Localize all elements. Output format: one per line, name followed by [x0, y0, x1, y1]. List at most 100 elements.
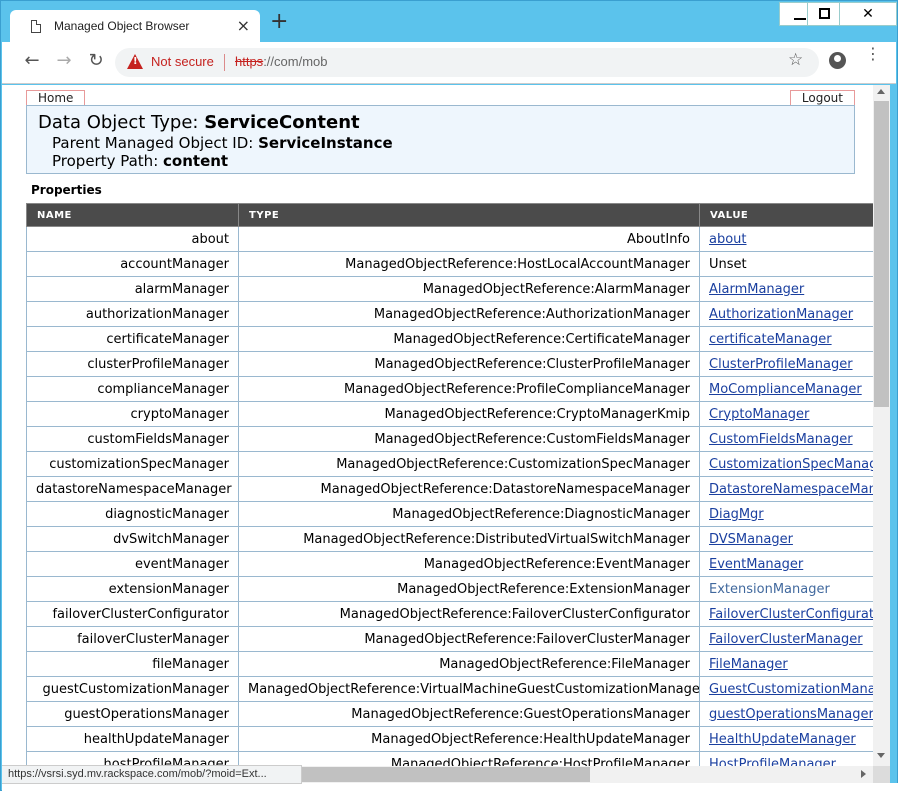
forward-arrow-icon[interactable]: → — [52, 51, 76, 71]
menu-dots-icon[interactable]: ⋮ — [865, 46, 881, 62]
property-name-cell: eventManager — [26, 551, 239, 577]
table-row: healthUpdateManager ManagedObjectReferenc… — [26, 726, 873, 752]
property-name-cell: complianceManager — [26, 376, 239, 402]
back-arrow-icon[interactable]: ← — [20, 51, 44, 71]
home-link[interactable]: Home — [26, 90, 86, 105]
bookmark-star-icon[interactable]: ☆ — [788, 50, 803, 70]
reload-icon[interactable]: ↻ — [84, 51, 108, 71]
account-icon[interactable] — [829, 52, 846, 69]
tab-strip: Managed Object Browser × + — [2, 2, 896, 44]
maximize-button[interactable] — [807, 2, 839, 26]
property-path: Property Path: content — [52, 152, 228, 170]
property-name-cell: diagnosticManager — [26, 501, 239, 527]
window-close-button[interactable]: ✕ — [839, 2, 897, 26]
table-row: guestCustomizationManager ManagedObjectRe… — [26, 676, 873, 702]
property-type-cell: ManagedObjectReference:VirtualMachineGue… — [238, 676, 700, 702]
property-name-cell: clusterProfileManager — [26, 351, 239, 377]
vertical-scrollbar[interactable] — [873, 85, 890, 766]
property-value-cell: AuthorizationManager — [699, 301, 873, 327]
property-value-link[interactable]: GuestCustomizationManag — [709, 682, 873, 697]
data-object-type: Data Object Type: ServiceContent — [38, 112, 360, 133]
property-value-link[interactable]: CryptoManager — [709, 407, 809, 422]
property-value-link[interactable]: ClusterProfileManager — [709, 357, 853, 372]
property-type-cell: ManagedObjectReference:HostLocalAccountM… — [238, 251, 700, 277]
table-row: clusterProfileManager ManagedObjectRefere… — [26, 351, 873, 377]
tab-title: Managed Object Browser — [54, 19, 190, 33]
property-name-cell: guestOperationsManager — [26, 701, 239, 727]
page-viewport: Home Logout Data Object Type: ServiceCon… — [2, 85, 873, 766]
property-value-link[interactable]: AlarmManager — [709, 282, 804, 297]
property-path-value: content — [163, 152, 229, 170]
property-value-link[interactable]: AuthorizationManager — [709, 307, 853, 322]
column-header-type: TYPE — [238, 203, 700, 227]
property-value-link[interactable]: CustomFieldsManager — [709, 432, 853, 447]
parent-object-value: ServiceInstance — [258, 134, 393, 152]
url-path: ://com/mob — [263, 54, 328, 69]
property-value-cell: CustomizationSpecManag — [699, 451, 873, 477]
property-value-link[interactable]: CustomizationSpecManag — [709, 457, 873, 472]
property-path-label: Property Path: — [52, 152, 159, 170]
property-name-cell: failoverClusterConfigurator — [26, 601, 239, 627]
warning-icon[interactable]: ! — [127, 54, 143, 69]
property-value-link[interactable]: FailoverClusterConfigurato — [709, 607, 873, 622]
property-value-link[interactable]: MoComplianceManager — [709, 382, 862, 397]
property-value-link[interactable]: about — [709, 232, 747, 247]
status-url-bubble: https://vsrsi.syd.mv.rackspace.com/mob/?… — [2, 765, 302, 784]
table-row: guestOperationsManager ManagedObjectRefer… — [26, 701, 873, 727]
properties-heading: Properties — [31, 183, 102, 197]
property-value-link[interactable]: HostProfileManager — [709, 757, 836, 767]
window-bottom-border — [2, 783, 898, 791]
property-value-link[interactable]: DVSManager — [709, 532, 793, 547]
property-value-link[interactable]: certificateManager — [709, 332, 832, 347]
property-value-link[interactable]: HealthUpdateManager — [709, 732, 856, 747]
property-value-link[interactable]: DatastoreNamespaceMan — [709, 482, 873, 497]
property-type-cell: ManagedObjectReference:CustomizationSpec… — [238, 451, 700, 477]
address-bar[interactable]: ! Not secure https://com/mob — [115, 48, 819, 77]
property-name-cell: customizationSpecManager — [26, 451, 239, 477]
table-row: about AboutInfo about — [26, 226, 873, 252]
property-name-cell: about — [26, 226, 239, 252]
property-type-cell: ManagedObjectReference:DatastoreNamespac… — [238, 476, 700, 502]
table-row: eventManager ManagedObjectReference:Event… — [26, 551, 873, 577]
property-type-cell: ManagedObjectReference:HostProfileManage… — [238, 751, 700, 766]
property-value-cell: guestOperationsManager — [699, 701, 873, 727]
property-value-cell: FailoverClusterManager — [699, 626, 873, 652]
property-value-link[interactable]: FailoverClusterManager — [709, 632, 863, 647]
property-name-cell: customFieldsManager — [26, 426, 239, 452]
property-value-cell: EventManager — [699, 551, 873, 577]
property-type-cell: AboutInfo — [238, 226, 700, 252]
property-name-cell: failoverClusterManager — [26, 626, 239, 652]
data-object-type-value: ServiceContent — [204, 112, 360, 133]
url-text[interactable]: https://com/mob — [235, 54, 327, 69]
table-row: diagnosticManager ManagedObjectReference:… — [26, 501, 873, 527]
property-value-link-hovered[interactable]: ExtensionManager — [709, 582, 830, 597]
scroll-right-icon[interactable] — [861, 770, 866, 778]
parent-object-label: Parent Managed Object ID: — [52, 134, 254, 152]
property-type-cell: ManagedObjectReference:ExtensionManager — [238, 576, 700, 602]
property-value-link[interactable]: DiagMgr — [709, 507, 764, 522]
property-value-cell: FileManager — [699, 651, 873, 677]
property-name-cell: guestCustomizationManager — [26, 676, 239, 702]
property-type-cell: ManagedObjectReference:EventManager — [238, 551, 700, 577]
property-type-cell: ManagedObjectReference:ClusterProfileMan… — [238, 351, 700, 377]
property-name-cell: alarmManager — [26, 276, 239, 302]
property-type-cell: ManagedObjectReference:GuestOperationsMa… — [238, 701, 700, 727]
table-row: failoverClusterManager ManagedObjectRefer… — [26, 626, 873, 652]
tab-managed-object-browser[interactable]: Managed Object Browser × — [10, 10, 260, 44]
scroll-up-icon[interactable] — [877, 89, 885, 94]
property-name-cell: fileManager — [26, 651, 239, 677]
property-name-cell: extensionManager — [26, 576, 239, 602]
new-tab-button[interactable]: + — [270, 11, 288, 33]
vertical-scroll-thumb[interactable] — [874, 101, 889, 407]
property-value-link[interactable]: EventManager — [709, 557, 803, 572]
property-type-cell: ManagedObjectReference:HealthUpdateManag… — [238, 726, 700, 752]
not-secure-label[interactable]: Not secure — [151, 54, 214, 69]
scroll-down-icon[interactable] — [877, 753, 885, 758]
property-type-cell: ManagedObjectReference:DistributedVirtua… — [238, 526, 700, 552]
property-value-link[interactable]: guestOperationsManager — [709, 707, 873, 722]
close-tab-icon[interactable]: × — [237, 16, 250, 35]
property-name-cell: dvSwitchManager — [26, 526, 239, 552]
property-value-link[interactable]: FileManager — [709, 657, 788, 672]
logout-link[interactable]: Logout — [789, 90, 855, 105]
column-header-name: NAME — [26, 203, 239, 227]
